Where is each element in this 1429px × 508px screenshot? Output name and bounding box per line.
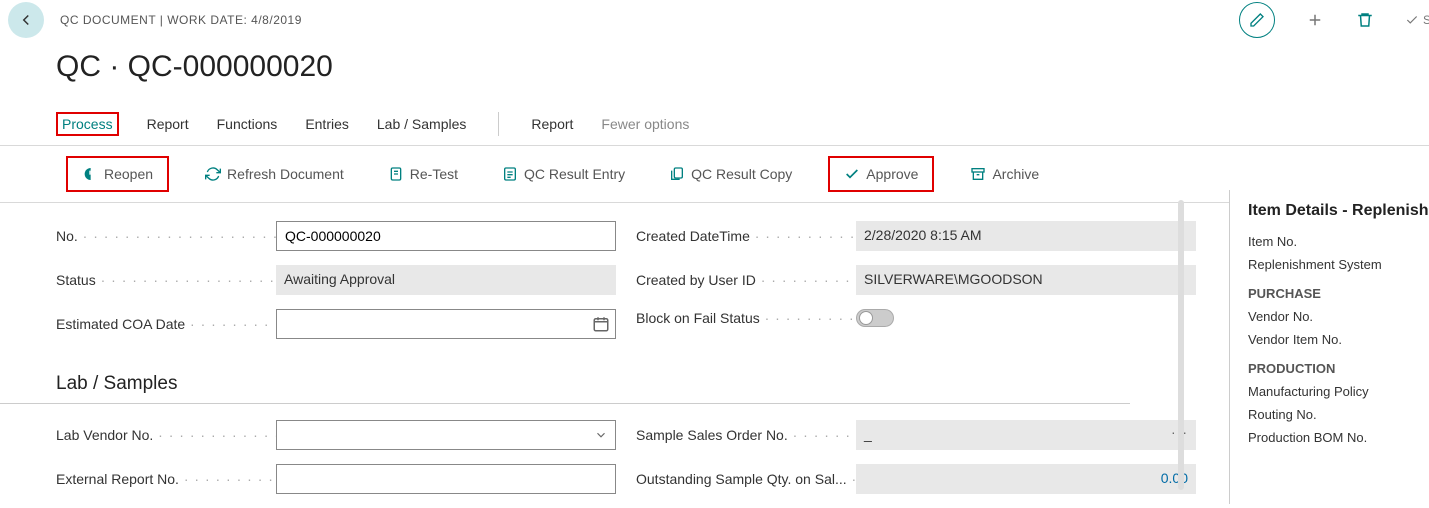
- fewer-options[interactable]: Fewer options: [601, 106, 689, 142]
- action-label: Reopen: [104, 166, 153, 182]
- tab-report-2[interactable]: Report: [531, 106, 573, 142]
- calendar-icon[interactable]: [592, 315, 610, 333]
- side-routing-no: Routing No.: [1248, 407, 1419, 422]
- page-title: QC · QC-000000020: [0, 40, 1429, 102]
- actions-row: Reopen Refresh Document Re-Test QC Resul…: [0, 146, 1429, 203]
- tabs-row: Process Report Functions Entries Lab / S…: [0, 102, 1429, 146]
- breadcrumb: QC DOCUMENT | WORK DATE: 4/8/2019: [60, 13, 302, 27]
- plus-icon: [1306, 11, 1324, 29]
- label-status: Status: [56, 272, 276, 288]
- section-lab-samples-title: Lab / Samples: [0, 353, 1130, 404]
- tab-lab-samples[interactable]: Lab / Samples: [377, 106, 467, 142]
- tab-process[interactable]: Process: [62, 106, 113, 142]
- label-external-report: External Report No.: [56, 471, 276, 487]
- tab-functions[interactable]: Functions: [217, 106, 278, 142]
- action-archive[interactable]: Archive: [962, 160, 1047, 188]
- input-no[interactable]: [276, 221, 616, 251]
- value-sample-so: _ ···: [856, 420, 1196, 450]
- tab-separator: [498, 112, 499, 136]
- label-coa-date: Estimated COA Date: [56, 316, 276, 332]
- label-created-by: Created by User ID: [636, 272, 856, 288]
- arrow-left-icon: [17, 11, 35, 29]
- back-button[interactable]: [8, 2, 44, 38]
- label-lab-vendor: Lab Vendor No.: [56, 427, 276, 443]
- edit-button[interactable]: [1239, 2, 1275, 38]
- side-prod-bom-no: Production BOM No.: [1248, 430, 1419, 445]
- side-repl-system: Replenishment System: [1248, 257, 1419, 272]
- input-coa-date[interactable]: [276, 309, 616, 339]
- action-approve[interactable]: Approve: [836, 160, 926, 188]
- label-created-dt: Created DateTime: [636, 228, 856, 244]
- action-retest[interactable]: Re-Test: [380, 160, 466, 188]
- label-no: No.: [56, 228, 276, 244]
- side-mfg-policy: Manufacturing Policy: [1248, 384, 1419, 399]
- action-label: QC Result Entry: [524, 166, 625, 182]
- side-panel-title: Item Details - Replenish: [1248, 202, 1419, 220]
- chevron-down-icon[interactable]: [594, 428, 608, 445]
- delete-button[interactable]: [1355, 10, 1375, 30]
- trash-icon: [1356, 11, 1374, 29]
- scrollbar[interactable]: [1178, 200, 1184, 490]
- side-group-production: PRODUCTION: [1248, 361, 1419, 376]
- approve-icon: [844, 166, 860, 182]
- result-entry-icon: [502, 166, 518, 182]
- action-result-copy[interactable]: QC Result Copy: [661, 160, 800, 188]
- value-created-dt: 2/28/2020 8:15 AM: [856, 221, 1196, 251]
- action-label: Re-Test: [410, 166, 458, 182]
- side-vendor-item-no: Vendor Item No.: [1248, 332, 1419, 347]
- toggle-knob: [859, 311, 873, 325]
- action-result-entry[interactable]: QC Result Entry: [494, 160, 633, 188]
- action-reopen[interactable]: Reopen: [74, 160, 161, 188]
- new-button[interactable]: [1305, 10, 1325, 30]
- value-created-by: SILVERWARE\MGOODSON: [856, 265, 1196, 295]
- check-icon: [1405, 13, 1419, 27]
- result-copy-icon: [669, 166, 685, 182]
- retest-icon: [388, 166, 404, 182]
- tab-report-1[interactable]: Report: [147, 106, 189, 142]
- label-outstanding-qty: Outstanding Sample Qty. on Sal...: [636, 471, 856, 487]
- action-label: QC Result Copy: [691, 166, 792, 182]
- saved-label: SA: [1423, 13, 1429, 27]
- toggle-block-fail[interactable]: [856, 309, 894, 327]
- saved-indicator: SA: [1405, 13, 1429, 27]
- side-panel: Item Details - Replenish Item No. Replen…: [1229, 190, 1429, 504]
- pencil-icon: [1249, 12, 1265, 28]
- tab-entries[interactable]: Entries: [305, 106, 349, 142]
- action-refresh[interactable]: Refresh Document: [197, 160, 352, 188]
- label-sample-so: Sample Sales Order No.: [636, 427, 856, 443]
- input-external-report[interactable]: [276, 464, 616, 494]
- side-item-no: Item No.: [1248, 234, 1419, 249]
- side-vendor-no: Vendor No.: [1248, 309, 1419, 324]
- archive-icon: [970, 166, 986, 182]
- select-lab-vendor[interactable]: [276, 420, 616, 450]
- action-label: Approve: [866, 166, 918, 182]
- value-outstanding-qty: 0.00: [856, 464, 1196, 494]
- side-group-purchase: PURCHASE: [1248, 286, 1419, 301]
- label-block-fail: Block on Fail Status: [636, 310, 856, 326]
- refresh-icon: [205, 166, 221, 182]
- action-label: Archive: [992, 166, 1039, 182]
- reopen-icon: [82, 166, 98, 182]
- value-status: Awaiting Approval: [276, 265, 616, 295]
- action-label: Refresh Document: [227, 166, 344, 182]
